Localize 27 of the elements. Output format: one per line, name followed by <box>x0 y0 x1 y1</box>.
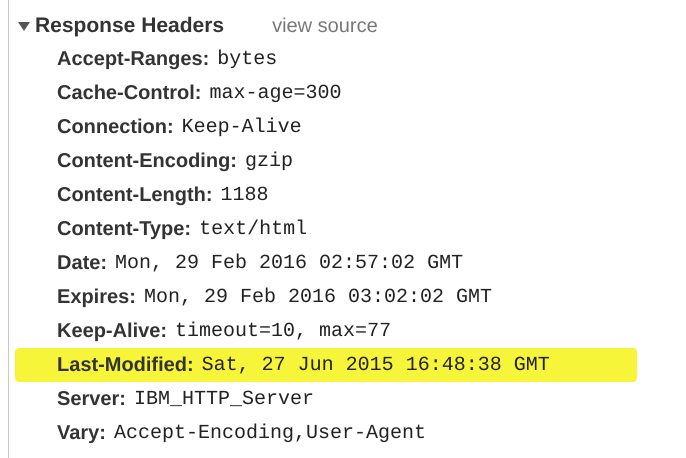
header-name: Accept-Ranges: <box>57 48 210 70</box>
header-name: Keep-Alive: <box>57 320 168 342</box>
header-name: Content-Encoding: <box>57 150 237 172</box>
header-name: Date: <box>57 252 108 274</box>
header-value: Mon, 29 Feb 2016 02:57:02 GMT <box>115 252 464 274</box>
header-name: Vary: <box>57 422 106 444</box>
header-value: max-age=300 <box>209 82 342 104</box>
section-title[interactable]: Response Headers <box>35 14 224 38</box>
header-name: Content-Length: <box>57 184 213 206</box>
header-value: 1188 <box>220 184 269 206</box>
header-name: Connection: <box>57 116 174 138</box>
triangle-icon[interactable] <box>17 19 31 33</box>
header-value: Sat, 27 Jun 2015 16:48:38 GMT <box>202 354 550 376</box>
header-name: Expires: <box>57 286 136 308</box>
header-value: Accept-Encoding,User-Agent <box>114 422 426 444</box>
header-name: Server: <box>57 388 126 410</box>
header-name: Last-Modified: <box>57 354 194 376</box>
header-value: gzip <box>244 150 293 172</box>
header-value: text/html <box>199 218 308 240</box>
header-value: timeout=10, max=77 <box>175 320 392 342</box>
header-value: IBM_HTTP_Server <box>134 388 314 410</box>
header-value: Mon, 29 Feb 2016 03:02:02 GMT <box>144 286 492 308</box>
header-name: Cache-Control: <box>57 82 202 104</box>
view-source-link[interactable]: view source <box>272 14 378 38</box>
header-value: bytes <box>217 48 278 70</box>
header-name: Content-Type: <box>57 218 192 240</box>
header-value: Keep-Alive <box>182 116 302 138</box>
